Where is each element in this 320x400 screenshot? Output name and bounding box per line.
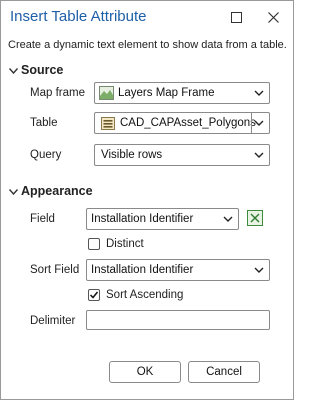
map-frame-dropdown[interactable]: Layers Map Frame [94, 82, 270, 104]
appearance-heading: Appearance [21, 184, 93, 198]
chevron-down-icon [223, 216, 233, 222]
delimiter-label: Delimiter [30, 315, 76, 327]
cancel-button[interactable]: Cancel [188, 361, 260, 383]
query-dropdown[interactable]: Visible rows [94, 144, 270, 166]
sort-field-dropdown[interactable]: Installation Identifier [86, 259, 270, 281]
insert-table-attribute-dialog: Insert Table Attribute Create a dynamic … [0, 0, 294, 400]
source-section-header[interactable]: Source [8, 63, 64, 77]
sort-ascending-label: Sort Ascending [106, 289, 184, 301]
expression-icon [247, 210, 263, 226]
dialog-title: Insert Table Attribute [10, 8, 147, 25]
table-icon [101, 117, 115, 130]
chevron-down-icon [254, 90, 264, 96]
table-label: Table [30, 117, 58, 129]
delimiter-input[interactable] [86, 310, 270, 330]
dialog-description: Create a dynamic text element to show da… [8, 39, 287, 51]
sort-field-value: Installation Identifier [91, 264, 194, 276]
query-value: Visible rows [101, 149, 163, 161]
maximize-button[interactable] [225, 7, 247, 27]
maximize-icon [230, 12, 242, 23]
expression-button[interactable] [247, 210, 263, 226]
sort-ascending-checkbox[interactable] [88, 289, 100, 301]
table-value: CAD_CAPAsset_Polygons [120, 117, 256, 129]
field-value: Installation Identifier [91, 213, 194, 225]
chevron-down-icon [8, 66, 21, 77]
close-icon [267, 12, 279, 23]
ok-button[interactable]: OK [109, 361, 181, 383]
distinct-checkbox[interactable] [88, 238, 100, 250]
appearance-section-header[interactable]: Appearance [8, 184, 93, 198]
field-dropdown[interactable]: Installation Identifier [86, 208, 239, 230]
chevron-down-icon [254, 120, 264, 126]
chevron-down-icon [254, 267, 264, 273]
distinct-label: Distinct [106, 238, 144, 250]
chevron-down-icon [8, 187, 21, 198]
map-frame-icon [99, 86, 114, 100]
checkmark-icon [89, 291, 99, 299]
sort-field-label: Sort Field [30, 264, 80, 276]
field-label: Field [30, 213, 55, 225]
dropdown-divider [251, 113, 252, 133]
query-label: Query [30, 149, 62, 161]
chevron-down-icon [254, 152, 264, 158]
close-button[interactable] [262, 7, 284, 27]
map-frame-label: Map frame [30, 87, 85, 99]
table-dropdown[interactable]: CAD_CAPAsset_Polygons [94, 112, 270, 134]
title-bar: Insert Table Attribute [1, 1, 293, 35]
source-heading: Source [21, 63, 64, 77]
map-frame-value: Layers Map Frame [118, 87, 215, 99]
